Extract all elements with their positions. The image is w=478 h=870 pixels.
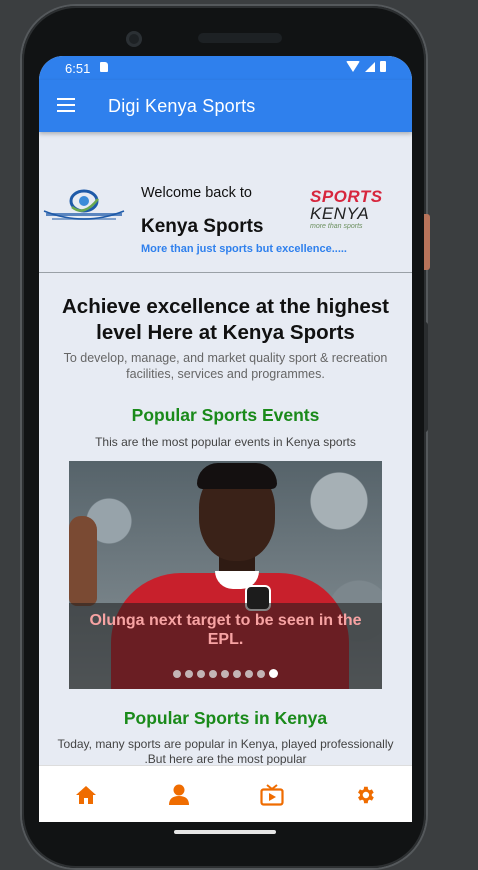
bottom-navigation (39, 765, 412, 822)
carousel-dot[interactable] (209, 670, 217, 678)
carousel-caption: Olunga next target to be seen in the EPL… (89, 612, 362, 648)
digi-kenya-logo (43, 189, 125, 220)
person-icon (168, 784, 189, 805)
hero-headline: Achieve excellence at the highest level … (62, 295, 389, 344)
tv-icon (260, 783, 284, 806)
sports-kenya-logo: SPORTS KENYA more than sports (310, 187, 383, 230)
device-screen: 6:51 Digi Kenya Sports Welcome back to K… (39, 56, 412, 822)
nav-tv[interactable] (242, 766, 302, 822)
events-carousel[interactable]: Olunga next target to be seen in the EPL… (69, 461, 382, 689)
carousel-dot[interactable] (245, 670, 253, 678)
system-navigation-bar (39, 822, 412, 848)
events-title: Popular Sports Events (131, 405, 320, 425)
hamburger-menu-icon[interactable] (57, 98, 75, 112)
app-bar: Digi Kenya Sports (39, 80, 412, 132)
status-time: 6:51 (65, 61, 91, 76)
events-description: This are the most popular events in Keny… (95, 435, 356, 449)
carousel-dot[interactable] (221, 670, 229, 678)
earpiece-speaker (198, 33, 282, 43)
home-gesture-pill[interactable] (174, 830, 276, 834)
battery-icon (380, 61, 386, 72)
status-icons (346, 61, 386, 72)
nav-settings[interactable] (335, 766, 395, 822)
wifi-icon (346, 61, 360, 72)
carousel-dot[interactable] (197, 670, 205, 678)
home-icon (75, 785, 96, 804)
popular-title: Popular Sports in Kenya (123, 708, 328, 728)
sd-card-icon (100, 62, 108, 72)
brand-tagline: More than just sports but excellence....… (141, 243, 347, 255)
power-button (424, 214, 430, 270)
app-title: Digi Kenya Sports (108, 96, 256, 116)
carousel-dot[interactable] (269, 669, 278, 678)
hero-subline: To develop, manage, and market quality s… (63, 351, 388, 381)
volume-button (424, 322, 428, 432)
gear-icon (358, 786, 375, 803)
welcome-greeting: Welcome back to (141, 185, 252, 201)
front-camera (126, 31, 142, 47)
signal-icon (365, 61, 375, 72)
carousel-dot[interactable] (173, 670, 181, 678)
carousel-dot[interactable] (185, 670, 193, 678)
carousel-indicator[interactable] (69, 669, 382, 678)
carousel-dot[interactable] (233, 670, 241, 678)
welcome-section: Welcome back to Kenya Sports More than j… (39, 132, 412, 273)
brand-name: Kenya Sports (141, 216, 264, 237)
popular-description: Today, many sports are popular in Kenya,… (57, 737, 394, 766)
nav-home[interactable] (56, 766, 116, 822)
carousel-dot[interactable] (257, 670, 265, 678)
status-bar: 6:51 (39, 56, 412, 80)
nav-profile[interactable] (149, 766, 209, 822)
